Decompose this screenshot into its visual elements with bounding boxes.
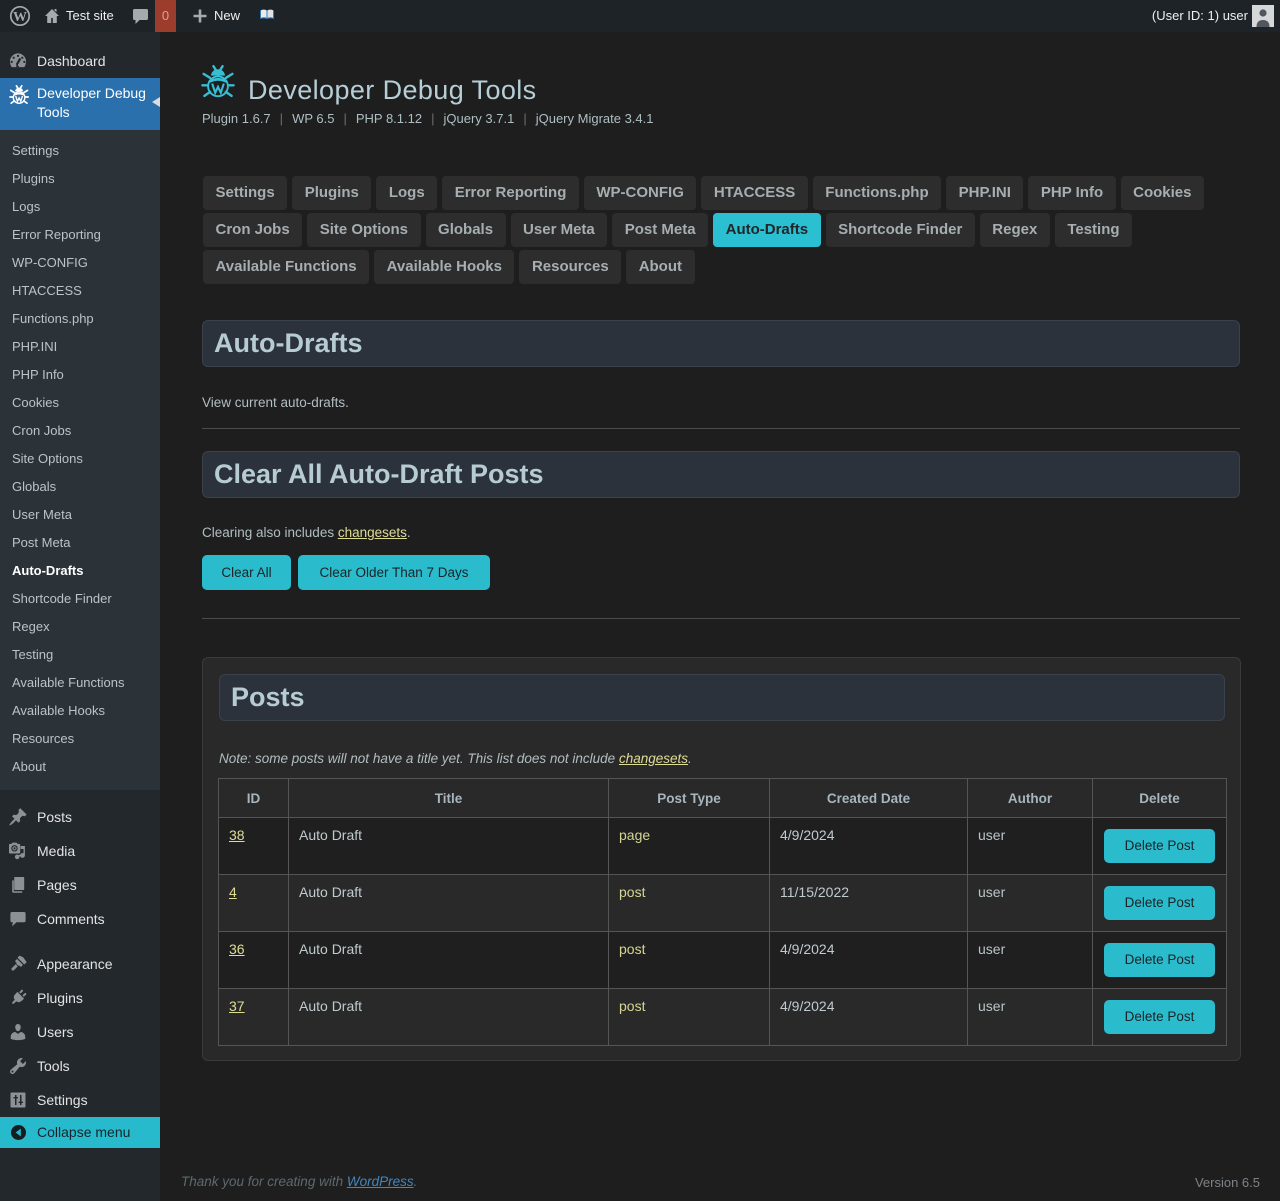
svg-text:W: W	[13, 10, 27, 25]
